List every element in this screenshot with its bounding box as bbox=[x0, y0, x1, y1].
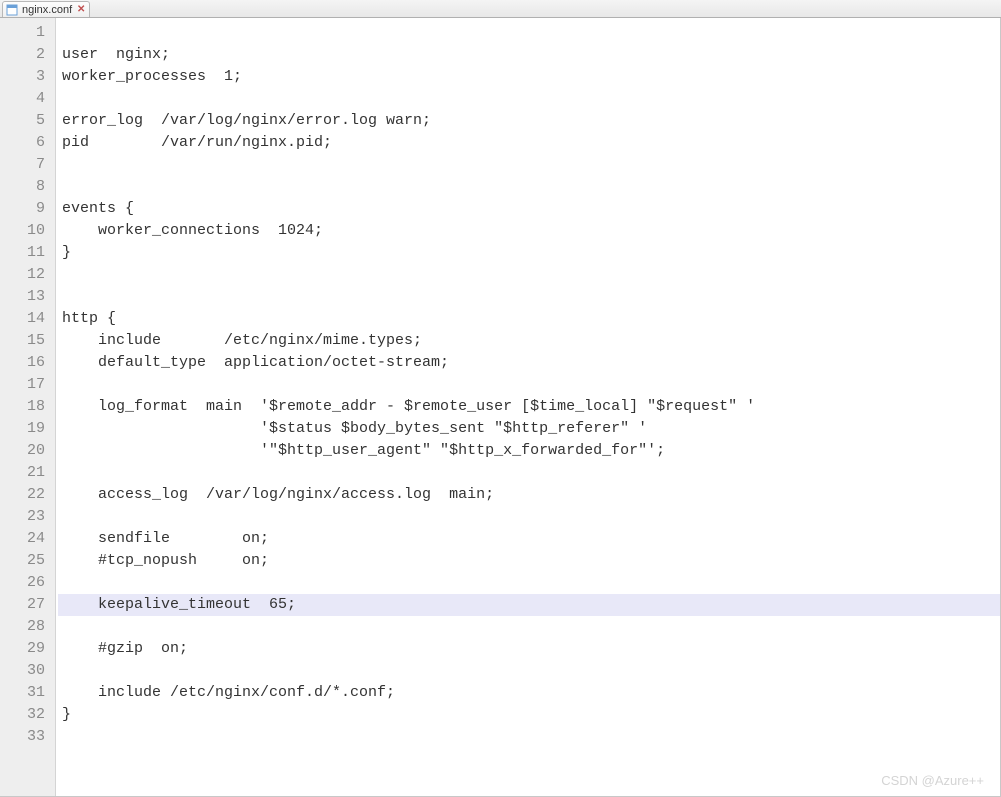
code-line: http { bbox=[58, 308, 1000, 330]
line-number: 16 bbox=[0, 352, 55, 374]
line-number: 8 bbox=[0, 176, 55, 198]
code-line: log_format main '$remote_addr - $remote_… bbox=[58, 396, 1000, 418]
code-line bbox=[58, 176, 1000, 198]
code-line: worker_connections 1024; bbox=[58, 220, 1000, 242]
line-number-gutter: 1234567891011121314151617181920212223242… bbox=[0, 18, 56, 796]
editor-area: 1234567891011121314151617181920212223242… bbox=[0, 18, 1001, 797]
code-line: #tcp_nopush on; bbox=[58, 550, 1000, 572]
code-line bbox=[58, 154, 1000, 176]
code-line: #gzip on; bbox=[58, 638, 1000, 660]
line-number: 1 bbox=[0, 22, 55, 44]
code-line: include /etc/nginx/mime.types; bbox=[58, 330, 1000, 352]
code-line: default_type application/octet-stream; bbox=[58, 352, 1000, 374]
code-line: access_log /var/log/nginx/access.log mai… bbox=[58, 484, 1000, 506]
line-number: 6 bbox=[0, 132, 55, 154]
close-icon[interactable]: ✕ bbox=[76, 5, 86, 15]
line-number: 9 bbox=[0, 198, 55, 220]
code-line: events { bbox=[58, 198, 1000, 220]
line-number: 13 bbox=[0, 286, 55, 308]
code-line bbox=[58, 572, 1000, 594]
line-number: 4 bbox=[0, 88, 55, 110]
code-line: } bbox=[58, 704, 1000, 726]
code-line: pid /var/run/nginx.pid; bbox=[58, 132, 1000, 154]
line-number: 30 bbox=[0, 660, 55, 682]
line-number: 14 bbox=[0, 308, 55, 330]
line-number: 23 bbox=[0, 506, 55, 528]
line-number: 15 bbox=[0, 330, 55, 352]
code-line: sendfile on; bbox=[58, 528, 1000, 550]
line-number: 10 bbox=[0, 220, 55, 242]
code-line bbox=[58, 660, 1000, 682]
code-line bbox=[58, 88, 1000, 110]
code-line bbox=[58, 264, 1000, 286]
line-number: 22 bbox=[0, 484, 55, 506]
line-number: 33 bbox=[0, 726, 55, 748]
line-number: 28 bbox=[0, 616, 55, 638]
code-line: } bbox=[58, 242, 1000, 264]
line-number: 3 bbox=[0, 66, 55, 88]
line-number: 7 bbox=[0, 154, 55, 176]
line-number: 26 bbox=[0, 572, 55, 594]
line-number: 20 bbox=[0, 440, 55, 462]
code-line bbox=[58, 616, 1000, 638]
code-line bbox=[58, 22, 1000, 44]
tab-filename: nginx.conf bbox=[21, 4, 73, 16]
file-icon bbox=[6, 4, 18, 16]
line-number: 19 bbox=[0, 418, 55, 440]
code-line: '$status $body_bytes_sent "$http_referer… bbox=[58, 418, 1000, 440]
code-line bbox=[58, 726, 1000, 748]
line-number: 27 bbox=[0, 594, 55, 616]
code-line bbox=[58, 374, 1000, 396]
code-line: include /etc/nginx/conf.d/*.conf; bbox=[58, 682, 1000, 704]
code-line: user nginx; bbox=[58, 44, 1000, 66]
line-number: 32 bbox=[0, 704, 55, 726]
line-number: 25 bbox=[0, 550, 55, 572]
line-number: 18 bbox=[0, 396, 55, 418]
line-number: 17 bbox=[0, 374, 55, 396]
tab-bar: nginx.conf ✕ bbox=[0, 0, 1001, 18]
code-content[interactable]: user nginx;worker_processes 1; error_log … bbox=[56, 18, 1000, 796]
code-line: keepalive_timeout 65; bbox=[58, 594, 1000, 616]
code-line bbox=[58, 506, 1000, 528]
line-number: 31 bbox=[0, 682, 55, 704]
code-line bbox=[58, 462, 1000, 484]
code-line: '"$http_user_agent" "$http_x_forwarded_f… bbox=[58, 440, 1000, 462]
code-line: worker_processes 1; bbox=[58, 66, 1000, 88]
line-number: 5 bbox=[0, 110, 55, 132]
file-tab[interactable]: nginx.conf ✕ bbox=[2, 1, 90, 17]
line-number: 2 bbox=[0, 44, 55, 66]
code-line: error_log /var/log/nginx/error.log warn; bbox=[58, 110, 1000, 132]
line-number: 12 bbox=[0, 264, 55, 286]
code-line bbox=[58, 286, 1000, 308]
line-number: 21 bbox=[0, 462, 55, 484]
line-number: 11 bbox=[0, 242, 55, 264]
line-number: 24 bbox=[0, 528, 55, 550]
line-number: 29 bbox=[0, 638, 55, 660]
